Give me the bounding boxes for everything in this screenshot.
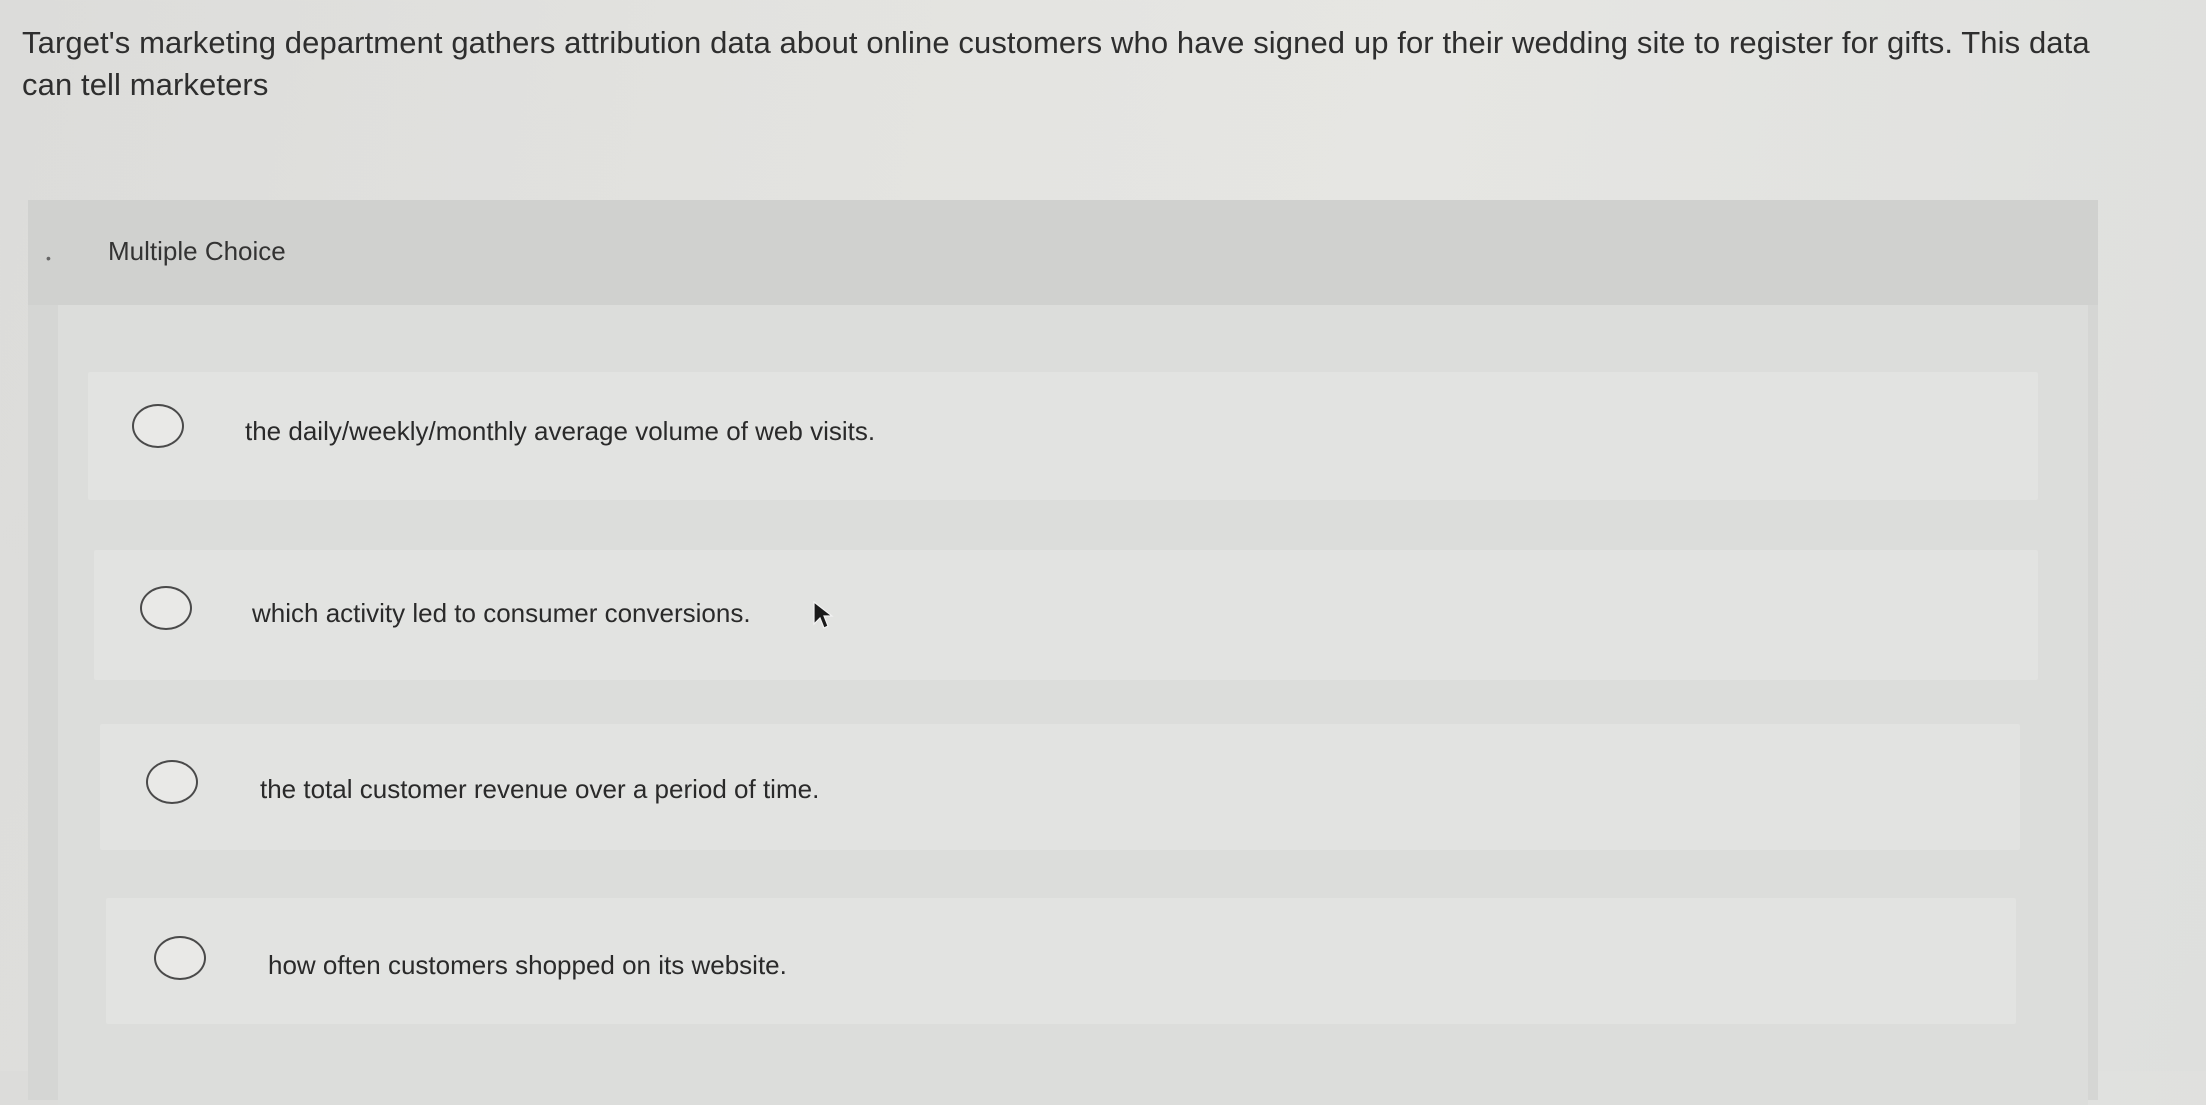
header-dot-icon: •: [46, 250, 51, 266]
answer-option-c[interactable]: the total customer revenue over a period…: [100, 724, 2020, 850]
answer-option-label: the total customer revenue over a period…: [260, 774, 820, 804]
multiple-choice-label: Multiple Choice: [108, 236, 286, 266]
answer-option-a[interactable]: the daily/weekly/monthly average volume …: [88, 372, 2038, 500]
radio-button-icon[interactable]: [154, 936, 206, 980]
multiple-choice-header: • Multiple Choice: [28, 200, 2098, 305]
answer-option-label: how often customers shopped on its websi…: [268, 950, 787, 980]
radio-button-icon[interactable]: [132, 404, 184, 448]
answer-option-label: the daily/weekly/monthly average volume …: [245, 416, 876, 446]
answer-option-label: which activity led to consumer conversio…: [252, 598, 751, 628]
answer-option-b[interactable]: which activity led to consumer conversio…: [94, 550, 2038, 680]
radio-button-icon[interactable]: [146, 760, 198, 804]
question-text: Target's marketing department gathers at…: [22, 25, 2090, 102]
mouse-pointer-icon: [813, 600, 834, 629]
radio-button-icon[interactable]: [140, 586, 192, 630]
answer-option-d[interactable]: how often customers shopped on its websi…: [106, 898, 2016, 1024]
